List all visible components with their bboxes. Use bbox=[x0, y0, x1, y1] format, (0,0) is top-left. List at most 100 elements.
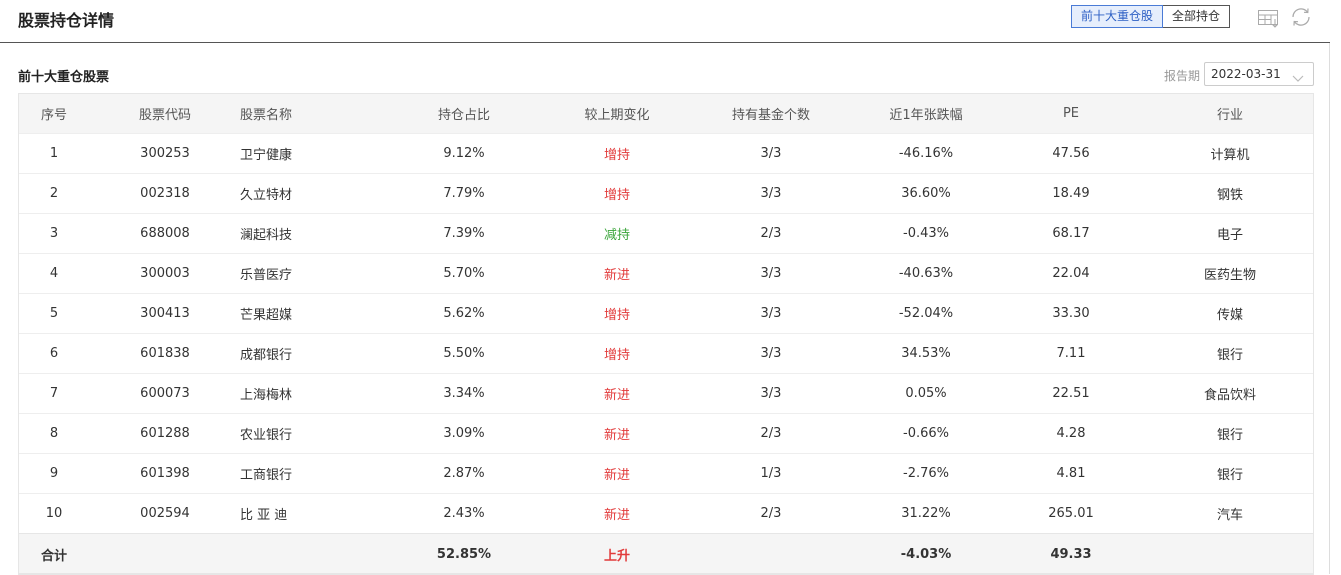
cell-stock-code: 300003 bbox=[90, 253, 240, 294]
cell-change: 增持 bbox=[548, 293, 686, 334]
total-cell bbox=[1146, 533, 1314, 575]
cell-stock-name: 久立特材 bbox=[240, 173, 380, 214]
cell-index: 6 bbox=[18, 333, 90, 374]
table-row: 9 601398 工商银行 2.87% 新进 1/3 -2.76% 4.81 银行 bbox=[18, 453, 1314, 494]
cell-pe: 22.04 bbox=[996, 253, 1146, 294]
total-change: 上升 bbox=[548, 533, 686, 575]
cell-stock-name: 上海梅林 bbox=[240, 373, 380, 414]
tab-top-ten-holdings[interactable]: 前十大重仓股 bbox=[1071, 5, 1164, 28]
tab-all-holdings[interactable]: 全部持仓 bbox=[1163, 5, 1231, 28]
table-row: 5 300413 芒果超媒 5.62% 增持 3/3 -52.04% 33.30 传媒 bbox=[18, 293, 1314, 334]
page-title: 股票持仓详情 bbox=[18, 11, 115, 30]
cell-change: 增持 bbox=[548, 133, 686, 174]
cell-pe: 4.81 bbox=[996, 453, 1146, 494]
cell-stock-code: 300253 bbox=[90, 133, 240, 174]
cell-change: 新进 bbox=[548, 453, 686, 494]
report-period-label: 报告期 bbox=[1164, 69, 1201, 83]
cell-change: 增持 bbox=[548, 333, 686, 374]
cell-weight: 7.79% bbox=[380, 173, 548, 214]
cell-1y-return: 36.60% bbox=[856, 173, 996, 214]
cell-stock-name: 成都银行 bbox=[240, 333, 380, 374]
cell-fund-count: 1/3 bbox=[686, 453, 856, 494]
cell-stock-name: 澜起科技 bbox=[240, 213, 380, 254]
cell-stock-name: 工商银行 bbox=[240, 453, 380, 494]
cell-industry: 电子 bbox=[1146, 213, 1314, 254]
column-header-fund-count: 持有基金个数 bbox=[686, 93, 856, 134]
cell-fund-count: 2/3 bbox=[686, 213, 856, 254]
total-pe: 49.33 bbox=[996, 533, 1146, 575]
cell-stock-code: 300413 bbox=[90, 293, 240, 334]
table-row: 7 600073 上海梅林 3.34% 新进 3/3 0.05% 22.51 食品饮料 bbox=[18, 373, 1314, 414]
cell-stock-name: 比 亚 迪 bbox=[240, 493, 380, 534]
chevron-down-icon bbox=[1292, 69, 1304, 88]
total-1y-return: -4.03% bbox=[856, 533, 996, 575]
cell-industry: 钢铁 bbox=[1146, 173, 1314, 214]
cell-stock-code: 601398 bbox=[90, 453, 240, 494]
cell-stock-code: 601288 bbox=[90, 413, 240, 454]
column-header-industry: 行业 bbox=[1146, 93, 1314, 134]
column-header-1y-return: 近1年张跌幅 bbox=[856, 93, 996, 134]
table-row: 8 601288 农业银行 3.09% 新进 2/3 -0.66% 4.28 银行 bbox=[18, 413, 1314, 454]
cell-stock-code: 688008 bbox=[90, 213, 240, 254]
column-header-code: 股票代码 bbox=[90, 93, 240, 134]
cell-1y-return: -40.63% bbox=[856, 253, 996, 294]
page-header: 股票持仓详情 前十大重仓股 全部持仓 bbox=[0, 0, 1330, 43]
table-row: 3 688008 澜起科技 7.39% 减持 2/3 -0.43% 68.17 电子 bbox=[18, 213, 1314, 254]
cell-weight: 9.12% bbox=[380, 133, 548, 174]
cell-index: 8 bbox=[18, 413, 90, 454]
report-date-select[interactable]: 2022-03-31 bbox=[1204, 62, 1314, 86]
cell-index: 3 bbox=[18, 213, 90, 254]
cell-change: 新进 bbox=[548, 373, 686, 414]
cell-stock-code: 600073 bbox=[90, 373, 240, 414]
cell-index: 5 bbox=[18, 293, 90, 334]
table-row: 10 002594 比 亚 迪 2.43% 新进 2/3 31.22% 265.01 汽车 bbox=[18, 493, 1314, 534]
cell-stock-name: 卫宁健康 bbox=[240, 133, 380, 174]
cell-pe: 33.30 bbox=[996, 293, 1146, 334]
cell-1y-return: -52.04% bbox=[856, 293, 996, 334]
column-header-name: 股票名称 bbox=[240, 93, 380, 134]
cell-industry: 食品饮料 bbox=[1146, 373, 1314, 414]
cell-industry: 传媒 bbox=[1146, 293, 1314, 334]
cell-weight: 5.50% bbox=[380, 333, 548, 374]
cell-fund-count: 2/3 bbox=[686, 493, 856, 534]
cell-industry: 银行 bbox=[1146, 453, 1314, 494]
section-title: 前十大重仓股票 bbox=[18, 70, 110, 85]
cell-industry: 银行 bbox=[1146, 333, 1314, 374]
cell-stock-code: 002318 bbox=[90, 173, 240, 214]
cell-change: 新进 bbox=[548, 493, 686, 534]
report-date-value: 2022-03-31 bbox=[1211, 67, 1281, 81]
cell-fund-count: 3/3 bbox=[686, 253, 856, 294]
cell-change: 增持 bbox=[548, 173, 686, 214]
cell-fund-count: 3/3 bbox=[686, 293, 856, 334]
cell-index: 1 bbox=[18, 133, 90, 174]
table-row: 6 601838 成都银行 5.50% 增持 3/3 34.53% 7.11 银行 bbox=[18, 333, 1314, 374]
cell-1y-return: 0.05% bbox=[856, 373, 996, 414]
column-header-pe: PE bbox=[996, 93, 1146, 134]
cell-1y-return: 31.22% bbox=[856, 493, 996, 534]
cell-pe: 18.49 bbox=[996, 173, 1146, 214]
cell-weight: 5.62% bbox=[380, 293, 548, 334]
cell-weight: 3.34% bbox=[380, 373, 548, 414]
total-cell bbox=[240, 533, 380, 575]
table-download-icon[interactable] bbox=[1257, 5, 1281, 29]
cell-1y-return: 34.53% bbox=[856, 333, 996, 374]
cell-pe: 265.01 bbox=[996, 493, 1146, 534]
cell-change: 新进 bbox=[548, 413, 686, 454]
cell-weight: 3.09% bbox=[380, 413, 548, 454]
cell-stock-code: 601838 bbox=[90, 333, 240, 374]
column-header-index: 序号 bbox=[18, 93, 90, 134]
total-cell bbox=[686, 533, 856, 575]
table-row: 1 300253 卫宁健康 9.12% 增持 3/3 -46.16% 47.56 计算机 bbox=[18, 133, 1314, 174]
refresh-icon[interactable] bbox=[1289, 5, 1313, 29]
cell-pe: 7.11 bbox=[996, 333, 1146, 374]
cell-stock-name: 乐普医疗 bbox=[240, 253, 380, 294]
cell-index: 7 bbox=[18, 373, 90, 414]
table-total-row: 合计 52.85% 上升 -4.03% 49.33 bbox=[18, 533, 1314, 575]
cell-pe: 22.51 bbox=[996, 373, 1146, 414]
cell-weight: 7.39% bbox=[380, 213, 548, 254]
cell-fund-count: 3/3 bbox=[686, 133, 856, 174]
total-cell bbox=[90, 533, 240, 575]
cell-change: 新进 bbox=[548, 253, 686, 294]
cell-fund-count: 3/3 bbox=[686, 173, 856, 214]
cell-pe: 47.56 bbox=[996, 133, 1146, 174]
